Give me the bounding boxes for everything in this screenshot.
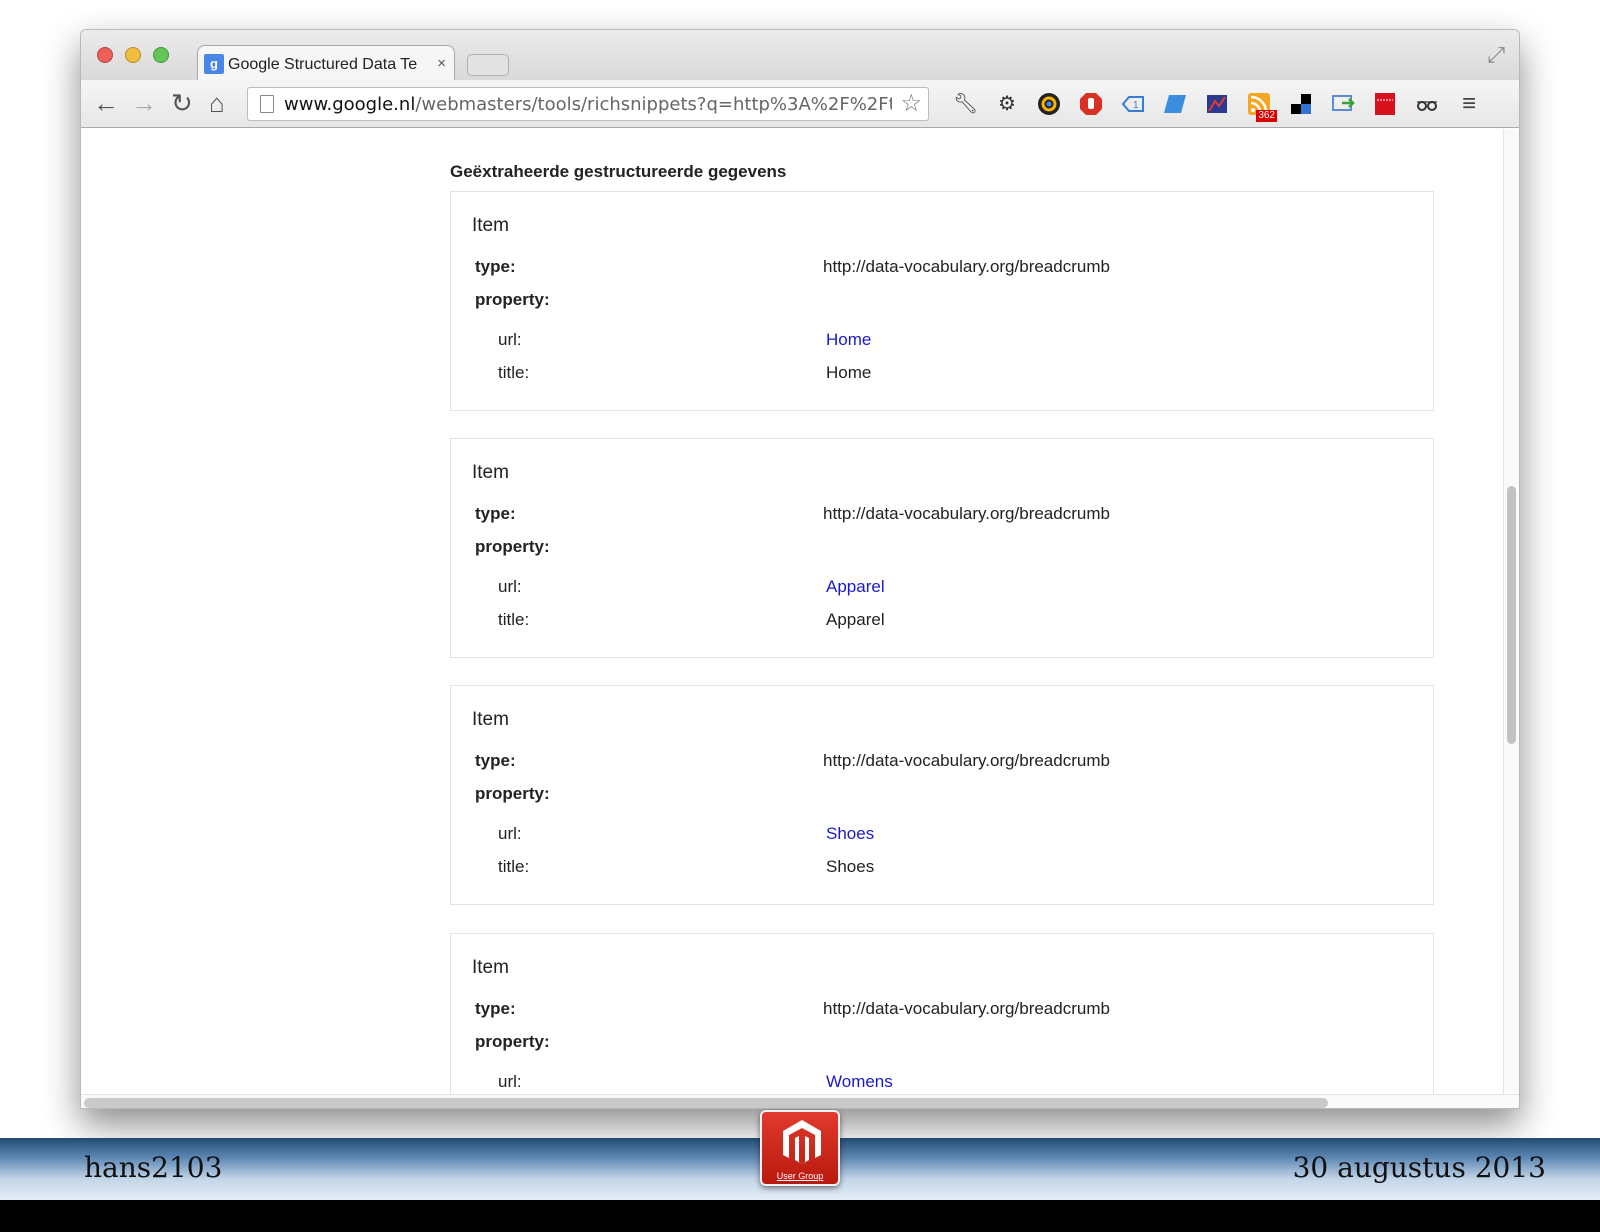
- page-analytics-icon[interactable]: [1205, 92, 1229, 116]
- send-to-device-icon[interactable]: [1331, 92, 1355, 116]
- google-favicon-icon: g: [204, 54, 224, 74]
- tab-title: Google Structured Data Te: [228, 56, 418, 73]
- svg-text:1: 1: [1133, 100, 1139, 111]
- title-value: Home: [826, 363, 872, 382]
- feed-count-badge: 362: [1256, 110, 1277, 122]
- item-card: Item type: http://data-vocabulary.org/br…: [450, 438, 1434, 658]
- color-picker-extension-icon[interactable]: [1037, 92, 1061, 116]
- menu-icon[interactable]: ≡: [1457, 92, 1481, 116]
- logo-text: User Group: [776, 1171, 824, 1181]
- item-card: Item type: http://data-vocabulary.org/br…: [450, 933, 1434, 1095]
- magento-logo-icon: [783, 1120, 821, 1164]
- bookmark-star-icon[interactable]: ☆: [900, 91, 922, 117]
- vertical-scrollbar[interactable]: [1503, 129, 1519, 1095]
- back-icon[interactable]: ←: [93, 86, 119, 120]
- title-label: title:: [498, 610, 530, 629]
- title-label: title:: [498, 857, 530, 876]
- browser-toolbar: ← → ↻ ⌂ www.google.nl/webmasters/tools/r…: [81, 80, 1519, 128]
- item-card: Item type: http://data-vocabulary.org/br…: [450, 191, 1434, 411]
- rss-feed-icon[interactable]: 362: [1247, 92, 1277, 122]
- vertical-scroll-thumb[interactable]: [1507, 486, 1516, 744]
- incognito-icon[interactable]: [1415, 92, 1439, 116]
- home-icon[interactable]: ⌂: [209, 86, 225, 120]
- type-value: http://data-vocabulary.org/breadcrumb: [823, 257, 1110, 276]
- item-card: Item type: http://data-vocabulary.org/br…: [450, 685, 1434, 905]
- url-link[interactable]: Home: [826, 330, 871, 350]
- browser-tab[interactable]: g Google Structured Data Te ×: [197, 45, 455, 81]
- presentation-slide: g Google Structured Data Te × ⤢ ← → ↻ ⌂ …: [0, 0, 1600, 1232]
- url-link[interactable]: Womens: [826, 1072, 893, 1092]
- reload-icon[interactable]: ↻: [171, 86, 193, 120]
- item-title: Item: [472, 462, 509, 483]
- url-link[interactable]: Shoes: [826, 824, 874, 844]
- url-label: url:: [498, 577, 522, 596]
- item-title: Item: [472, 957, 509, 978]
- extracted-data-heading: Geëxtraheerde gestructureerde gegevens: [450, 162, 787, 181]
- url-domain: www.google.nl: [284, 94, 416, 115]
- forward-icon[interactable]: →: [131, 86, 157, 120]
- url-link[interactable]: Apparel: [826, 577, 885, 597]
- item-title: Item: [472, 709, 509, 730]
- footer-date: 30 augustus 2013: [1292, 1151, 1546, 1184]
- item-title: Item: [472, 215, 509, 236]
- horizontal-scroll-thumb[interactable]: [84, 1098, 1328, 1108]
- property-label: property:: [475, 537, 550, 556]
- window-resizer-icon[interactable]: [1163, 92, 1187, 116]
- user-group-logo: User Group: [760, 1110, 840, 1186]
- property-label: property:: [475, 290, 550, 309]
- url-text[interactable]: www.google.nl/webmasters/tools/richsnipp…: [284, 94, 892, 116]
- type-label: type:: [475, 257, 516, 276]
- delicious-icon[interactable]: [1289, 92, 1313, 116]
- url-label: url:: [498, 1072, 522, 1091]
- title-value: Apparel: [826, 610, 885, 629]
- title-label: title:: [498, 363, 530, 382]
- url-label: url:: [498, 824, 522, 843]
- type-value: http://data-vocabulary.org/breadcrumb: [823, 504, 1110, 523]
- type-label: type:: [475, 751, 516, 770]
- page-content: Geëxtraheerde gestructureerde gegevens I…: [81, 129, 1519, 1095]
- footer-author: hans2103: [84, 1151, 223, 1184]
- new-tab-button[interactable]: [467, 54, 509, 76]
- tab-counter-icon[interactable]: 1: [1121, 92, 1145, 116]
- horizontal-scrollbar[interactable]: [81, 1094, 1519, 1108]
- url-path: /webmasters/tools/richsnippets?q=http%3A…: [415, 94, 892, 115]
- evernote-clipper-icon[interactable]: [1373, 92, 1397, 116]
- close-window-button[interactable]: [97, 47, 113, 63]
- type-value: http://data-vocabulary.org/breadcrumb: [823, 751, 1110, 770]
- wrench-icon[interactable]: 🔧︎: [953, 92, 978, 116]
- url-label: url:: [498, 330, 522, 349]
- type-label: type:: [475, 504, 516, 523]
- gear-icon[interactable]: ⚙: [995, 92, 1019, 116]
- page-icon: [260, 95, 274, 113]
- title-bar: g Google Structured Data Te × ⤢: [81, 30, 1519, 81]
- tab-close-icon[interactable]: ×: [437, 55, 446, 73]
- adblock-icon[interactable]: [1079, 92, 1103, 116]
- property-label: property:: [475, 1032, 550, 1051]
- minimize-window-button[interactable]: [125, 47, 141, 63]
- type-value: http://data-vocabulary.org/breadcrumb: [823, 999, 1110, 1018]
- address-bar[interactable]: www.google.nl/webmasters/tools/richsnipp…: [247, 87, 929, 121]
- fullscreen-icon[interactable]: ⤢: [1487, 42, 1505, 68]
- bottom-bar: [0, 1200, 1600, 1232]
- title-value: Shoes: [826, 857, 875, 876]
- browser-window: g Google Structured Data Te × ⤢ ← → ↻ ⌂ …: [80, 29, 1520, 1109]
- zoom-window-button[interactable]: [153, 47, 169, 63]
- type-label: type:: [475, 999, 516, 1018]
- property-label: property:: [475, 784, 550, 803]
